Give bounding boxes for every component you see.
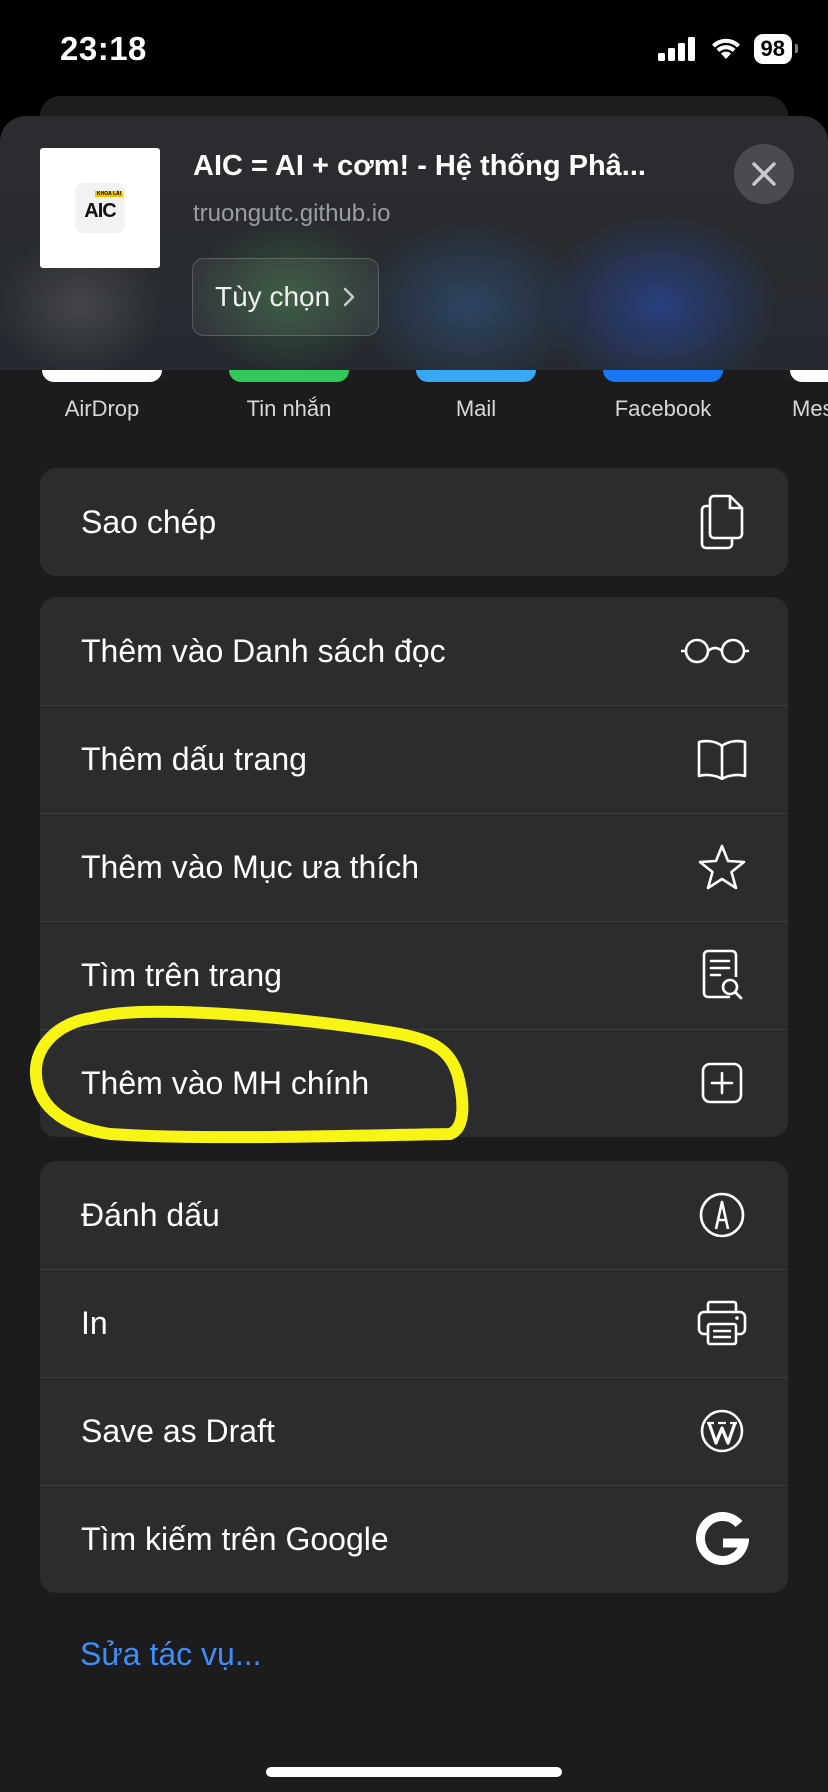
page-domain: truongutc.github.io [193,200,391,227]
action-google-search[interactable]: Tìm kiếm trên Google [40,1485,788,1593]
app-label: Mail [455,396,497,421]
app-label: Mes [792,396,828,421]
close-button[interactable] [734,144,794,204]
action-find-on-page[interactable]: Tìm trên trang [40,921,788,1029]
action-label: Đánh dấu [81,1196,220,1233]
action-label: Thêm vào Mục ưa thích [81,848,419,885]
share-header: KHOA LÁI AIC AIC = AI + cơm! - Hệ thống … [0,116,828,370]
options-button[interactable]: Tùy chọn [192,258,380,336]
action-label: Thêm dấu trang [81,740,307,777]
aic-logo: KHOA LÁI AIC [75,183,125,233]
wordpress-icon [694,1403,750,1459]
add-square-icon [694,1055,750,1111]
options-label: Tùy chọn [215,281,331,312]
app-messages[interactable]: Tin nhắn [209,370,369,422]
logo-text: AIC [84,199,116,222]
page-thumbnail: KHOA LÁI AIC [40,148,160,268]
signal-icon [657,37,695,61]
share-apps-row: AirDrop Tin nhắn Mail Facebook Mes [0,370,828,490]
page-title: AIC = AI + cơm! - Hệ thống Phâ... [193,150,646,182]
google-icon [694,1511,750,1567]
action-label: Tìm kiếm trên Google [81,1520,389,1557]
action-group-page: Thêm vào Danh sách đọc Thêm dấu trang Th… [40,597,788,1137]
find-doc-icon [694,947,750,1003]
action-add-reading-list[interactable]: Thêm vào Danh sách đọc [40,597,788,705]
action-print[interactable]: In [40,1269,788,1377]
app-label: Facebook [614,396,712,421]
action-label: Thêm vào Danh sách đọc [81,632,446,669]
action-label: Sao chép [81,503,217,540]
share-sheet: KHOA LÁI AIC AIC = AI + cơm! - Hệ thống … [0,116,828,1792]
app-airdrop[interactable]: AirDrop [22,370,182,422]
printer-icon [694,1295,750,1351]
messenger-icon [790,370,828,382]
action-group-extensions: Đánh dấu In Save as Draft Tìm kiếm trên … [40,1161,788,1593]
star-icon [694,839,750,895]
action-label: Thêm vào MH chính [81,1064,370,1101]
facebook-icon [603,370,723,382]
chevron-right-icon [343,287,355,307]
action-add-bookmark[interactable]: Thêm dấu trang [40,705,788,813]
app-label: AirDrop [64,396,140,421]
action-save-draft[interactable]: Save as Draft [40,1377,788,1485]
app-mail[interactable]: Mail [396,370,556,422]
app-facebook[interactable]: Facebook [583,370,743,422]
airdrop-icon [42,370,162,382]
glasses-icon [680,623,750,679]
status-bar: 23:18 98 [0,0,828,100]
status-time: 23:18 [60,30,147,67]
logo-badge: KHOA LÁI [95,191,123,197]
close-icon [752,162,776,186]
battery-indicator: 98 [753,34,799,64]
copy-icon [694,494,750,550]
wifi-icon [711,38,740,59]
book-icon [694,731,750,787]
action-label: Save as Draft [81,1412,275,1449]
edit-actions-link[interactable]: Sửa tác vụ... [80,1636,262,1673]
status-icons: 98 [657,34,799,64]
action-label: In [81,1304,108,1341]
action-label: Tìm trên trang [81,956,282,993]
home-indicator [266,1767,562,1777]
app-label: Tin nhắn [246,396,332,421]
action-add-favorites[interactable]: Thêm vào Mục ưa thích [40,813,788,921]
action-add-home-screen[interactable]: Thêm vào MH chính [40,1029,788,1137]
markup-icon [694,1187,750,1243]
app-messenger[interactable]: Mes [770,370,828,422]
messages-icon [229,370,349,382]
action-markup[interactable]: Đánh dấu [40,1161,788,1269]
mail-icon [416,370,536,382]
